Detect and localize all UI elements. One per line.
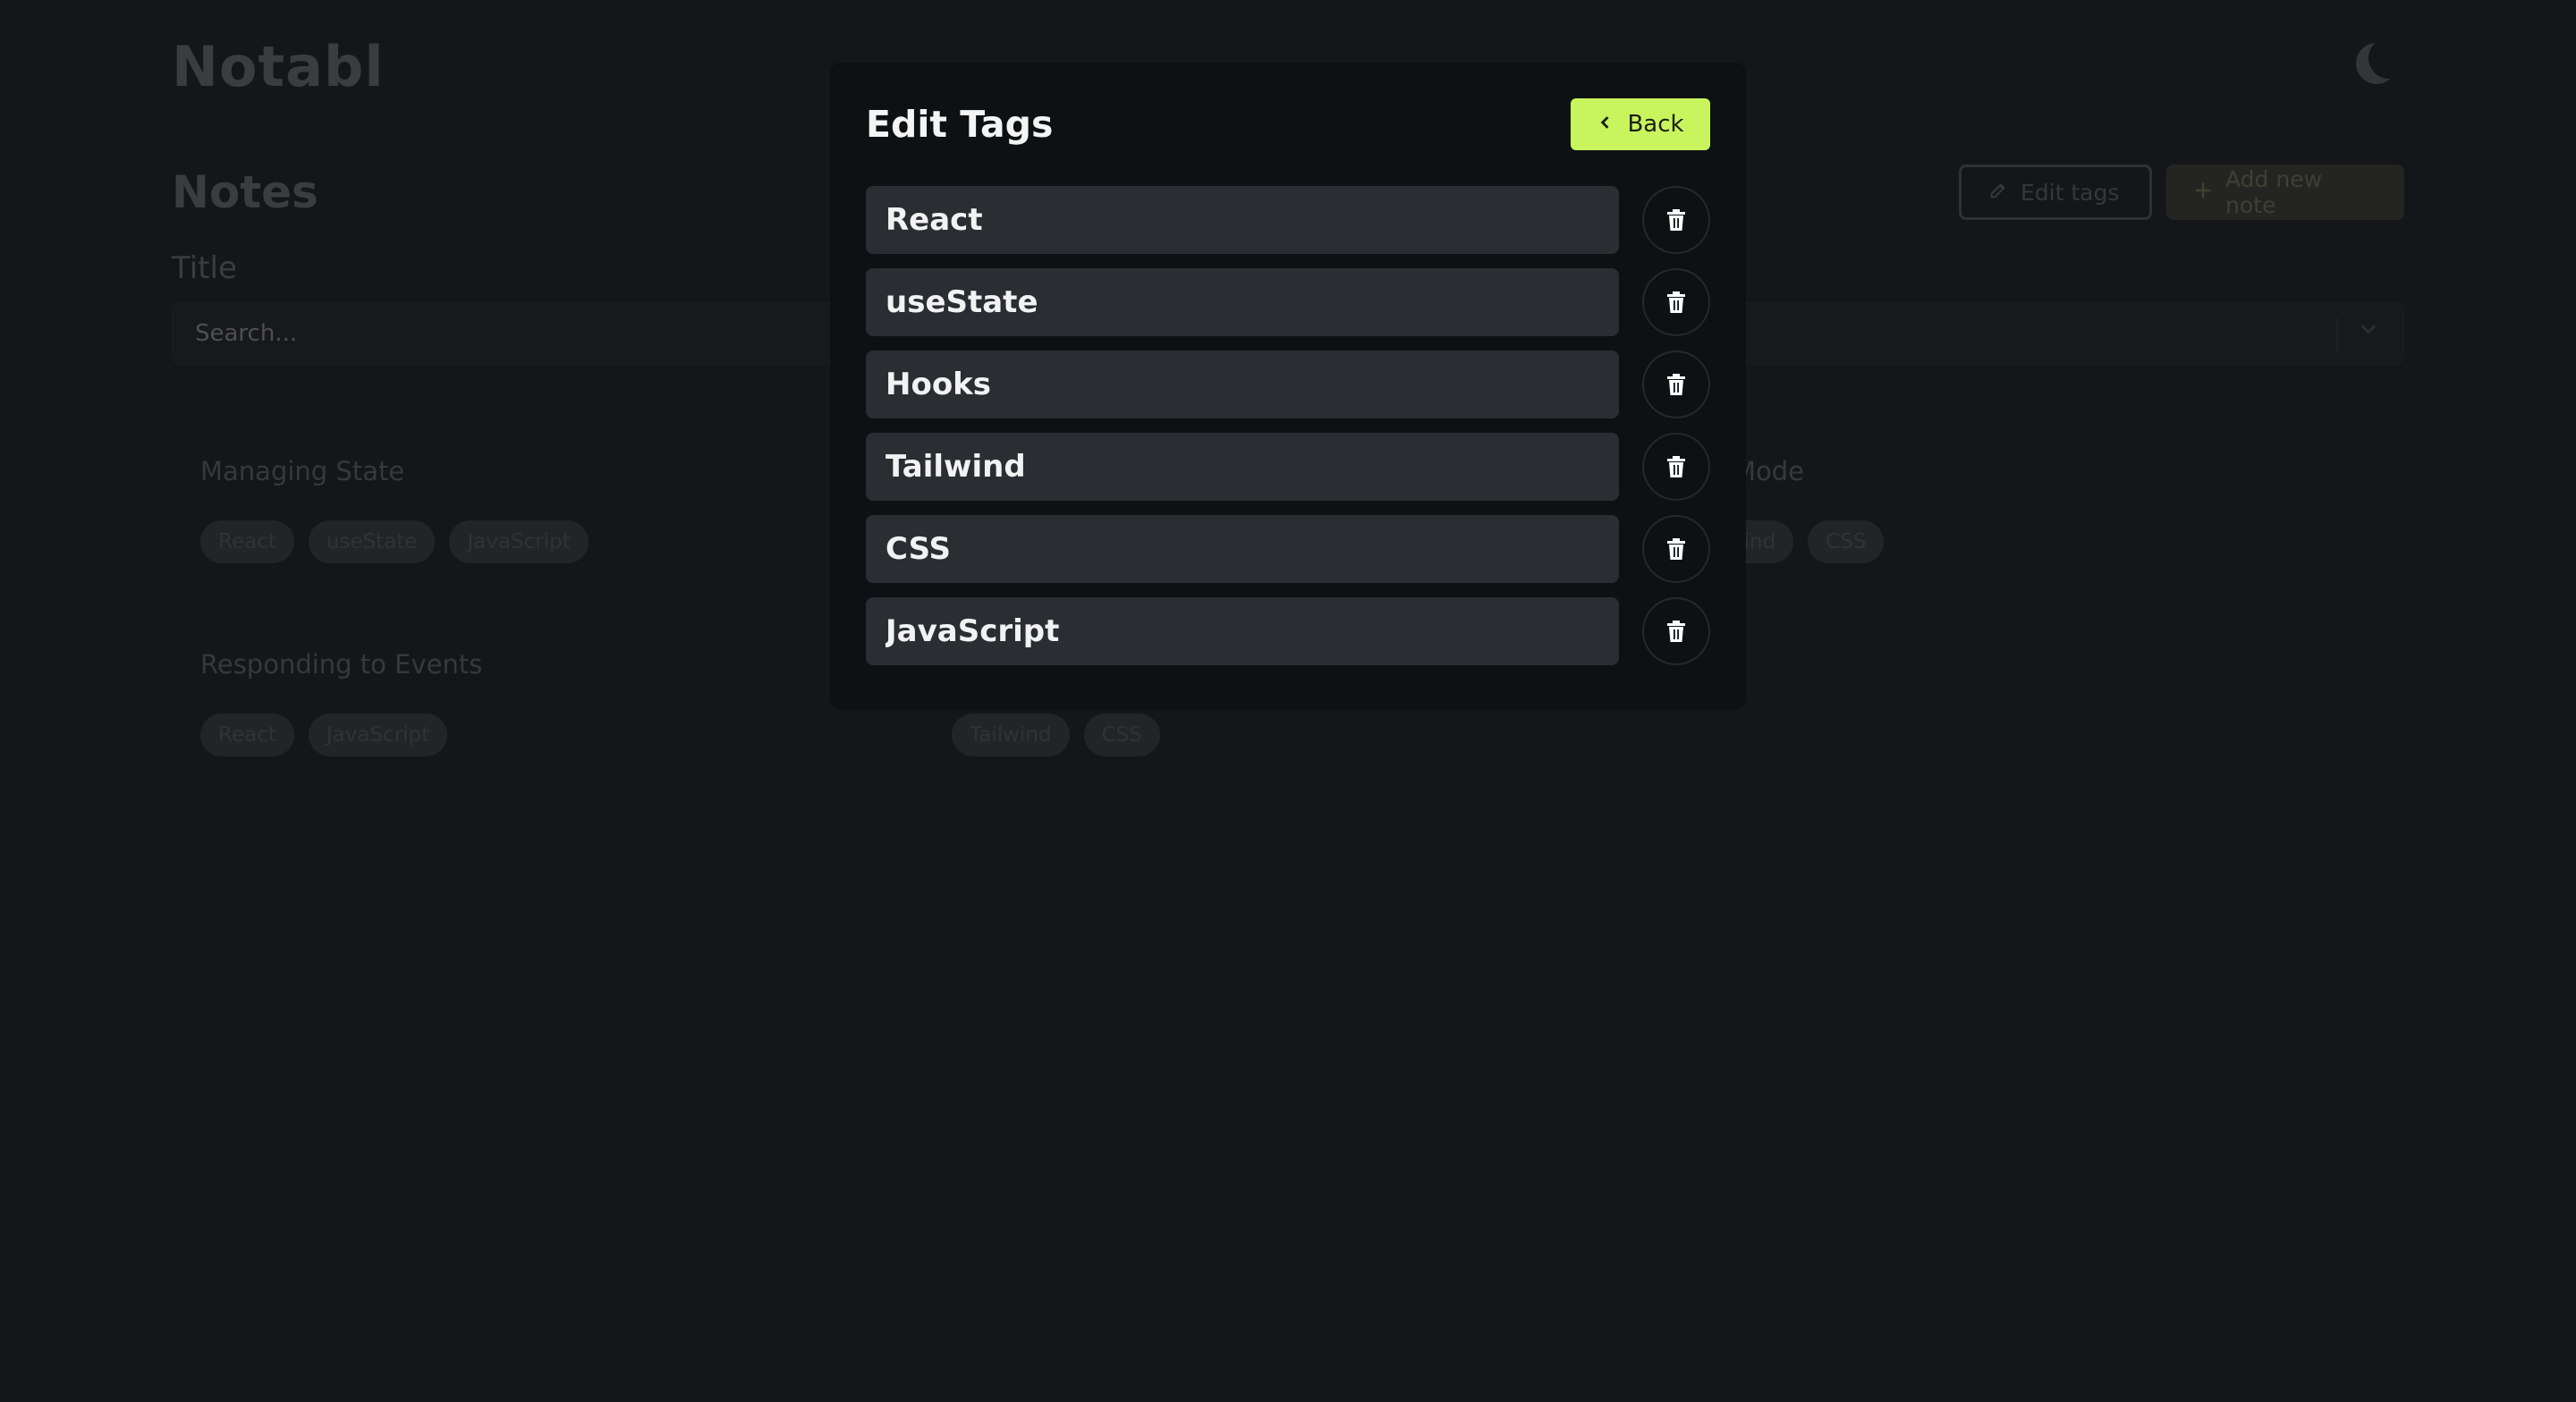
tag-row — [866, 350, 1710, 418]
tag-row — [866, 597, 1710, 665]
trash-icon — [1665, 208, 1687, 232]
back-button-label: Back — [1627, 111, 1684, 138]
delete-tag-button[interactable] — [1642, 350, 1710, 418]
trash-icon — [1665, 455, 1687, 478]
tag-row — [866, 433, 1710, 501]
trash-icon — [1665, 537, 1687, 561]
trash-icon — [1665, 373, 1687, 396]
delete-tag-button[interactable] — [1642, 597, 1710, 665]
delete-tag-button[interactable] — [1642, 186, 1710, 254]
delete-tag-button[interactable] — [1642, 268, 1710, 336]
tag-row — [866, 268, 1710, 336]
tag-name-input[interactable] — [866, 268, 1620, 336]
trash-icon — [1665, 291, 1687, 314]
tag-name-input[interactable] — [866, 597, 1620, 665]
tag-row — [866, 186, 1710, 254]
tag-name-input[interactable] — [866, 186, 1620, 254]
back-button[interactable]: Back — [1571, 98, 1710, 150]
modal-title: Edit Tags — [866, 103, 1054, 146]
edit-tags-modal: Edit Tags Back — [830, 63, 1746, 710]
tag-name-input[interactable] — [866, 350, 1620, 418]
modal-header: Edit Tags Back — [866, 98, 1710, 150]
tag-list — [866, 186, 1710, 665]
delete-tag-button[interactable] — [1642, 515, 1710, 583]
tag-row — [866, 515, 1710, 583]
trash-icon — [1665, 620, 1687, 643]
tag-name-input[interactable] — [866, 515, 1620, 583]
tag-name-input[interactable] — [866, 433, 1620, 501]
chevron-left-icon — [1597, 113, 1614, 136]
delete-tag-button[interactable] — [1642, 433, 1710, 501]
